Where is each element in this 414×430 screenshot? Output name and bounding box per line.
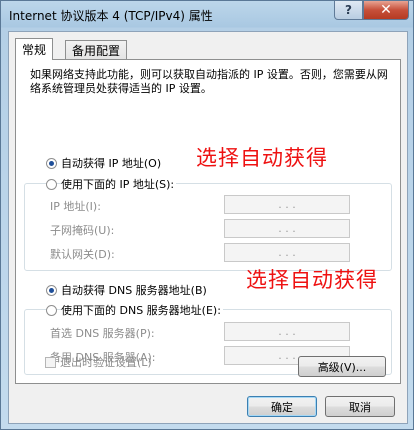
radio-auto-dns[interactable]: 自动获得 DNS 服务器地址(B): [46, 282, 207, 298]
annotation-ip-auto: 选择自动获得: [196, 146, 328, 170]
dialog-window: Internet 协议版本 4 (TCP/IPv4) 属性 ? ✕ 常规 备用配…: [0, 0, 414, 430]
preferred-dns-value: . . .: [278, 325, 296, 338]
ip-address-value: . . .: [278, 198, 296, 211]
radio-manual-dns[interactable]: 使用下面的 DNS 服务器地址(E):: [46, 302, 223, 318]
radio-auto-dns-label: 自动获得 DNS 服务器地址(B): [61, 284, 207, 297]
default-gateway-label: 默认网关(D):: [50, 248, 115, 261]
radio-manual-ip[interactable]: 使用下面的 IP 地址(S):: [46, 176, 177, 192]
radio-manual-dns-label: 使用下面的 DNS 服务器地址(E):: [61, 302, 223, 318]
tab-general[interactable]: 常规: [15, 38, 54, 60]
general-panel: 如果网络支持此功能，则可以获取自动指派的 IP 设置。否则，您需要从网络系统管理…: [15, 59, 401, 384]
default-gateway-input[interactable]: . . .: [224, 243, 350, 262]
preferred-dns-input[interactable]: . . .: [224, 322, 350, 341]
subnet-mask-value: . . .: [278, 222, 296, 235]
radio-auto-ip-indicator[interactable]: [46, 157, 57, 169]
help-icon: ?: [345, 3, 352, 17]
ip-address-input[interactable]: . . .: [224, 195, 350, 214]
help-button[interactable]: ?: [334, 1, 363, 20]
ok-button[interactable]: 确定: [247, 396, 317, 417]
preferred-dns-label: 首选 DNS 服务器(P):: [50, 327, 155, 340]
radio-manual-ip-label: 使用下面的 IP 地址(S):: [61, 176, 177, 192]
validate-checkbox-label: 退出时验证设置(L): [60, 356, 152, 369]
radio-manual-ip-indicator[interactable]: [46, 178, 57, 190]
dialog-client: 常规 备用配置 如果网络支持此功能，则可以获取自动指派的 IP 设置。否则，您需…: [8, 31, 408, 424]
description-text: 如果网络支持此功能，则可以获取自动指派的 IP 设置。否则，您需要从网络系统管理…: [30, 68, 388, 95]
cancel-button[interactable]: 取消: [325, 396, 395, 417]
validate-on-exit-checkbox[interactable]: 退出时验证设置(L): [45, 354, 152, 370]
radio-auto-dns-indicator[interactable]: [46, 284, 57, 296]
tab-alternate-config[interactable]: 备用配置: [65, 40, 128, 60]
annotation-dns-auto: 选择自动获得: [246, 268, 378, 292]
radio-auto-ip-label: 自动获得 IP 地址(O): [61, 157, 162, 170]
radio-auto-ip[interactable]: 自动获得 IP 地址(O): [46, 155, 161, 171]
advanced-button[interactable]: 高级(V)...: [298, 356, 386, 377]
subnet-mask-input[interactable]: . . .: [224, 219, 350, 238]
validate-checkbox-box[interactable]: [45, 356, 56, 368]
window-title: Internet 协议版本 4 (TCP/IPv4) 属性: [9, 9, 213, 23]
close-icon: ✕: [380, 2, 392, 18]
ip-address-label: IP 地址(I):: [50, 200, 101, 213]
radio-manual-dns-indicator[interactable]: [46, 304, 57, 316]
default-gateway-value: . . .: [278, 246, 296, 259]
alternate-dns-value: . . .: [278, 349, 296, 362]
close-button[interactable]: ✕: [363, 1, 409, 20]
subnet-mask-label: 子网掩码(U):: [50, 224, 115, 237]
